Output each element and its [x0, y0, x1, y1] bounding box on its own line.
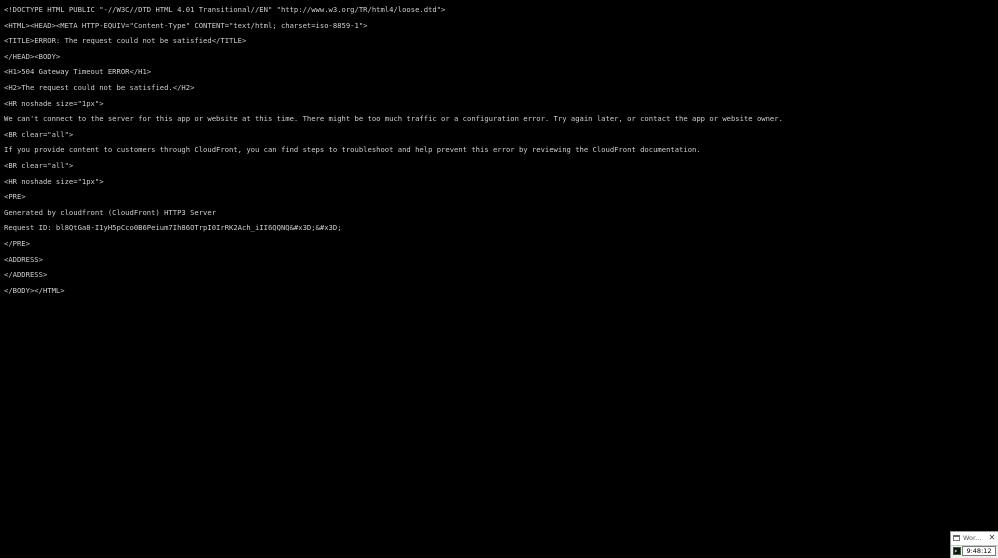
- taskbar-app-label: Wor...: [963, 534, 982, 542]
- console-line: <HTML><HEAD><META HTTP-EQUIV="Content-Ty…: [4, 20, 368, 30]
- taskbar-tray: Wor... ✕ 9:48:12: [950, 531, 998, 558]
- taskbar-app-button[interactable]: Wor... ✕: [951, 532, 998, 546]
- console-line: <H1>504 Gateway Timeout ERROR</H1>: [4, 67, 152, 77]
- console-line: <BR clear="all">: [4, 160, 74, 170]
- terminal-icon[interactable]: [953, 547, 961, 555]
- console-line: If you provide content to customers thro…: [4, 145, 701, 155]
- console-line: </HEAD><BODY>: [4, 51, 61, 61]
- close-icon[interactable]: ✕: [987, 532, 997, 544]
- console-line: <TITLE>ERROR: The request could not be s…: [4, 36, 247, 46]
- console-output: <!DOCTYPE HTML PUBLIC "-//W3C//DTD HTML …: [4, 6, 994, 302]
- window-app-icon: [953, 535, 960, 541]
- console-line: Generated by cloudfront (CloudFront) HTT…: [4, 207, 217, 217]
- console-line: <!DOCTYPE HTML PUBLIC "-//W3C//DTD HTML …: [4, 5, 446, 14]
- console-line: <HR noshade size="1px">: [4, 98, 104, 108]
- taskbar-clock-area: 9:48:12: [951, 545, 998, 558]
- console-line: <H2>The request could not be satisfied.<…: [4, 82, 195, 92]
- console-line: <PRE>: [4, 192, 26, 202]
- console-line: <ADDRESS>: [4, 254, 43, 264]
- console-line: We can't connect to the server for this …: [4, 114, 783, 124]
- console-line: </ADDRESS>: [4, 270, 48, 280]
- clock-display[interactable]: 9:48:12: [962, 546, 996, 556]
- console-line: </PRE>: [4, 238, 30, 248]
- console-line: <HR noshade size="1px">: [4, 176, 104, 186]
- console-line: Request ID: bl8QtGa8-I1yH5pCco0B6Peium7I…: [4, 223, 342, 233]
- console-line: </BODY></HTML>: [4, 285, 65, 295]
- console-line: <BR clear="all">: [4, 129, 74, 139]
